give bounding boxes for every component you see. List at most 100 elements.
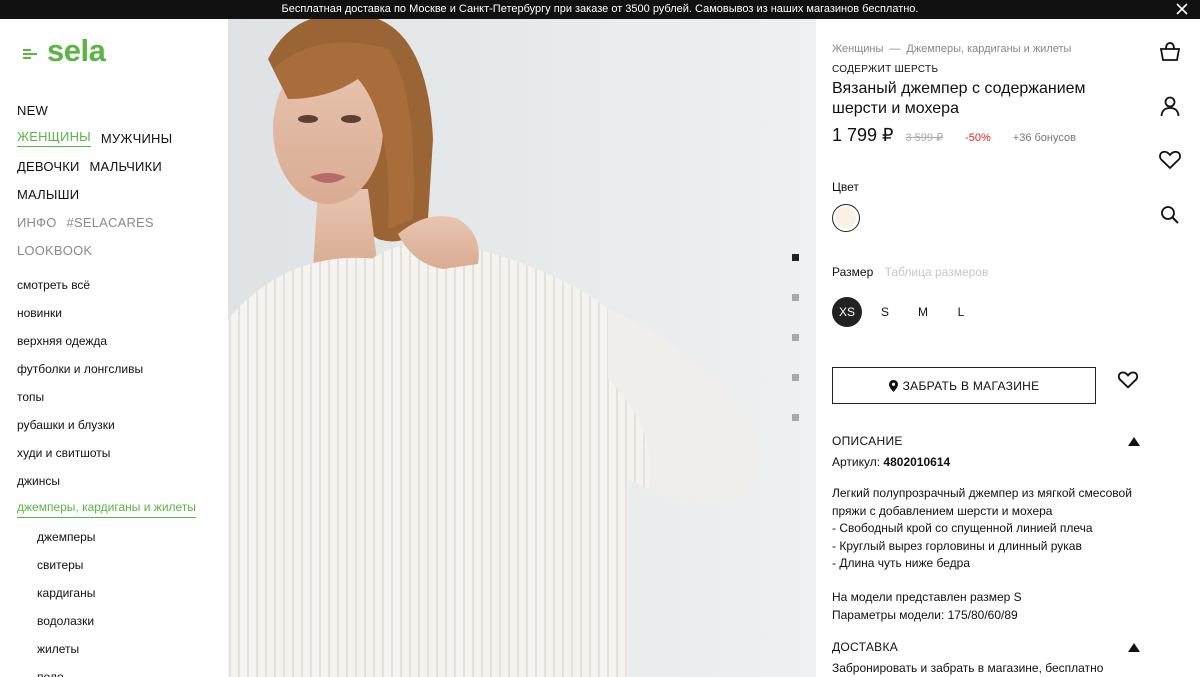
main-nav-row: МАЛЫШИ (17, 180, 182, 208)
category-item[interactable]: смотреть всё (17, 271, 196, 299)
main-nav-link[interactable]: LOOKBOOK (17, 243, 92, 258)
description-line: - Длина чуть ниже бедра (832, 556, 970, 571)
pickup-in-store-button[interactable]: ЗАБРАТЬ В МАГАЗИНЕ (832, 367, 1096, 404)
pickup-label: ЗАБРАТЬ В МАГАЗИНЕ (902, 378, 1040, 393)
gallery-dot[interactable] (792, 334, 799, 341)
category-item[interactable]: джинсы (17, 467, 196, 495)
color-label: Цвет (832, 180, 859, 194)
main-nav-link[interactable]: МАЛЬЧИКИ (90, 159, 162, 174)
category-label: джемперы (37, 530, 96, 544)
logo[interactable]: sela (47, 33, 106, 69)
promo-text: Бесплатная доставка по Москве и Санкт-Пе… (281, 3, 919, 15)
size-row: Размер Таблица размеров (832, 265, 988, 279)
sidebar: sela NEW ЖЕНЩИНЫ МУЖЧИНЫ ДЕВОЧКИ МАЛЬЧИКИ МАЛ… (0, 19, 228, 677)
add-to-favorites-heart-icon[interactable] (1117, 369, 1139, 391)
size-selector: XS S M L (832, 297, 984, 327)
size-option[interactable]: M (908, 297, 938, 327)
category-label: кардиганы (37, 586, 96, 600)
main-nav-link[interactable]: NEW (17, 103, 48, 118)
category-label: свитеры (37, 558, 84, 572)
current-price: 1 799 ₽ (832, 125, 894, 145)
main-nav-link[interactable]: ДЕВОЧКИ (17, 159, 80, 174)
category-nav: смотреть всё новинки верхняя одежда футболк… (17, 271, 196, 677)
chevron-up-icon (1128, 642, 1140, 652)
subcategory-item[interactable]: кардиганы (17, 579, 196, 607)
location-pin-icon (888, 379, 898, 392)
delivery-accordion-header[interactable]: ДОСТАВКА (832, 640, 1140, 654)
main-nav-link[interactable]: #SELACARES (67, 215, 154, 230)
model-info-line: Параметры модели: 175/80/60/89 (832, 607, 1018, 622)
description-line: - Круглый вырез горловины и длинный рука… (832, 538, 1082, 553)
wool-badge: СОДЕРЖИТ ШЕРСТЬ (832, 64, 939, 75)
main-nav-row: ДЕВОЧКИ МАЛЬЧИКИ (17, 152, 182, 180)
category-item[interactable]: рубашки и блузки (17, 411, 196, 439)
category-label: рубашки и блузки (17, 418, 115, 432)
size-table-link[interactable]: Таблица размеров (885, 265, 989, 279)
subcategory-item[interactable]: свитеры (17, 551, 196, 579)
main-nav-row: LOOKBOOK (17, 236, 182, 264)
size-option[interactable]: XS (832, 297, 862, 327)
gallery-dot[interactable] (792, 294, 799, 301)
breadcrumb-separator: — (889, 43, 901, 55)
category-label: худи и свитшоты (17, 446, 111, 460)
breadcrumb-category[interactable]: Джемперы, кардиганы и жилеты (906, 43, 1071, 55)
color-swatch-fill (835, 207, 856, 228)
main-nav: NEW ЖЕНЩИНЫ МУЖЧИНЫ ДЕВОЧКИ МАЛЬЧИКИ МАЛЫШИ ИН… (17, 96, 182, 264)
category-label: смотреть всё (17, 278, 91, 292)
product-photo[interactable] (228, 19, 816, 677)
category-label: топы (17, 390, 45, 404)
category-label: джемперы, кардиганы и жилеты (17, 500, 196, 518)
main-nav-row: ИНФО #SELACARES (17, 208, 182, 236)
subcategory-item[interactable]: джемперы (17, 523, 196, 551)
gallery-pagination (792, 254, 799, 454)
category-label: футболки и лонгсливы (17, 362, 144, 376)
breadcrumb: Женщины — Джемперы, кардиганы и жилеты (832, 43, 1071, 55)
subcategory-item[interactable]: поло (17, 663, 196, 677)
category-item[interactable]: новинки (17, 299, 196, 327)
basket-icon[interactable] (1158, 40, 1182, 64)
main-nav-link[interactable]: МАЛЫШИ (17, 187, 79, 202)
close-icon[interactable] (1174, 1, 1190, 17)
menu-icon[interactable] (23, 49, 37, 59)
breadcrumb-women[interactable]: Женщины (832, 43, 883, 55)
subcategory-item[interactable]: водолазки (17, 607, 196, 635)
search-icon[interactable] (1158, 203, 1182, 227)
main-nav-link[interactable]: ИНФО (17, 215, 57, 230)
category-item[interactable]: джемперы, кардиганы и жилеты (17, 495, 196, 523)
category-label: жилеты (37, 642, 80, 656)
discount-badge: -50% (965, 132, 991, 144)
category-item[interactable]: футболки и лонгсливы (17, 355, 196, 383)
description-line: - Свободный крой со спущенной линией пле… (832, 521, 1093, 536)
main-nav-link[interactable]: ЖЕНЩИНЫ (17, 129, 91, 147)
gallery-dot[interactable] (792, 414, 799, 421)
color-swatch[interactable] (832, 204, 860, 232)
size-label: Размер (832, 265, 874, 279)
size-option[interactable]: S (870, 297, 900, 327)
article-value: 4802010614 (883, 455, 951, 469)
main-nav-link[interactable]: МУЖЧИНЫ (101, 131, 172, 146)
price-block: 1 799 ₽ 3 599 ₽ -50% +36 бонусов (832, 125, 1076, 146)
gallery-dot[interactable] (792, 374, 799, 381)
product-image (228, 19, 816, 677)
category-label: верхняя одежда (17, 334, 108, 348)
article-label: Артикул: (832, 455, 881, 469)
category-label: водолазки (37, 614, 95, 628)
description-accordion-header[interactable]: ОПИСАНИЕ (832, 434, 1140, 448)
heart-icon[interactable] (1158, 148, 1182, 172)
main-nav-row: NEW (17, 96, 182, 124)
product-description: Легкий полупрозрачный джемпер из мягкой … (832, 485, 1152, 573)
description-line: Легкий полупрозрачный джемпер из мягкой … (832, 486, 1132, 518)
description-title: ОПИСАНИЕ (832, 434, 903, 448)
gallery-dot[interactable] (792, 254, 799, 261)
subcategory-item[interactable]: жилеты (17, 635, 196, 663)
category-item[interactable]: верхняя одежда (17, 327, 196, 355)
product-title: Вязаный джемпер с содержанием шерсти и м… (832, 80, 1086, 117)
article-number: Артикул: 4802010614 (832, 455, 950, 469)
model-info: На модели представлен размер S Параметры … (832, 589, 1022, 624)
size-option[interactable]: L (946, 297, 976, 327)
user-icon[interactable] (1158, 94, 1182, 118)
chevron-up-icon (1128, 436, 1140, 446)
bonus-points: +36 бонусов (1012, 132, 1076, 144)
category-item[interactable]: топы (17, 383, 196, 411)
category-item[interactable]: худи и свитшоты (17, 439, 196, 467)
